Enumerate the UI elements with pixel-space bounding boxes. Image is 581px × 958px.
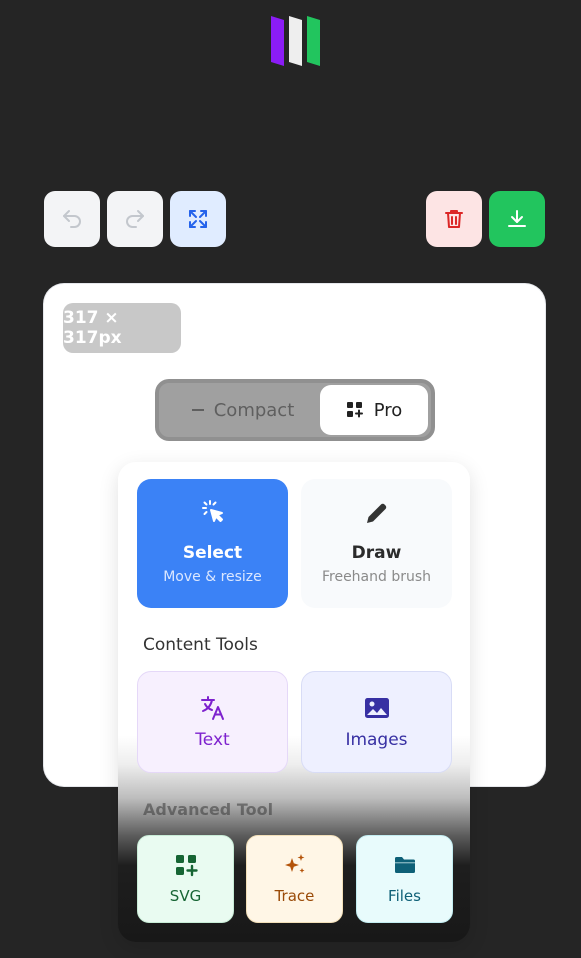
trash-icon: [445, 210, 463, 228]
select-tool-title: Select: [182, 543, 243, 563]
images-tool-label: Images: [345, 730, 408, 750]
select-tool-button[interactable]: Select Move & resize: [137, 479, 288, 608]
folder-icon: [394, 857, 415, 873]
redo-icon: [126, 210, 144, 228]
sparkles-icon: [284, 854, 304, 873]
images-tool-button[interactable]: Images: [301, 671, 452, 773]
image-icon: [364, 698, 389, 718]
text-tool-button[interactable]: Text: [137, 671, 288, 773]
canvas-dimensions-badge: 317 × 317px: [63, 303, 181, 353]
advanced-tools-heading: Advanced Tool: [143, 800, 274, 819]
draw-tool-title: Draw: [351, 543, 402, 563]
download-button[interactable]: [489, 191, 545, 247]
files-tool-button[interactable]: Files: [356, 835, 453, 923]
cursor-click-icon: [201, 500, 223, 522]
minus-icon: [191, 409, 204, 411]
app-logo: [271, 16, 320, 66]
pro-mode-label: Pro: [373, 399, 403, 421]
add-widget-icon: [175, 855, 198, 877]
trace-tool-button[interactable]: Trace: [246, 835, 343, 923]
pencil-icon: [366, 503, 386, 523]
select-tool-subtitle: Move & resize: [163, 569, 262, 585]
mode-toggle: Compact Pro: [155, 379, 435, 441]
draw-tool-button[interactable]: Draw Freehand brush: [301, 479, 452, 608]
translate-icon: [200, 696, 224, 720]
delete-button[interactable]: [426, 191, 482, 247]
add-widget-icon: [346, 402, 363, 418]
compact-mode-button[interactable]: Compact: [167, 387, 319, 433]
trace-tool-label: Trace: [274, 887, 315, 905]
redo-button[interactable]: [107, 191, 163, 247]
undo-icon: [63, 210, 81, 228]
fit-to-screen-button[interactable]: [170, 191, 226, 247]
compact-mode-label: Compact: [213, 399, 295, 421]
files-tool-label: Files: [388, 887, 421, 905]
download-icon: [508, 210, 526, 227]
content-tools-heading: Content Tools: [143, 635, 258, 655]
pro-mode-button[interactable]: Pro: [320, 385, 428, 435]
undo-button[interactable]: [44, 191, 100, 247]
text-tool-label: Text: [195, 730, 230, 750]
svg-tool-button[interactable]: SVG: [137, 835, 234, 923]
draw-tool-subtitle: Freehand brush: [321, 569, 432, 585]
svg-tool-label: SVG: [169, 887, 202, 905]
expand-icon: [189, 210, 207, 228]
